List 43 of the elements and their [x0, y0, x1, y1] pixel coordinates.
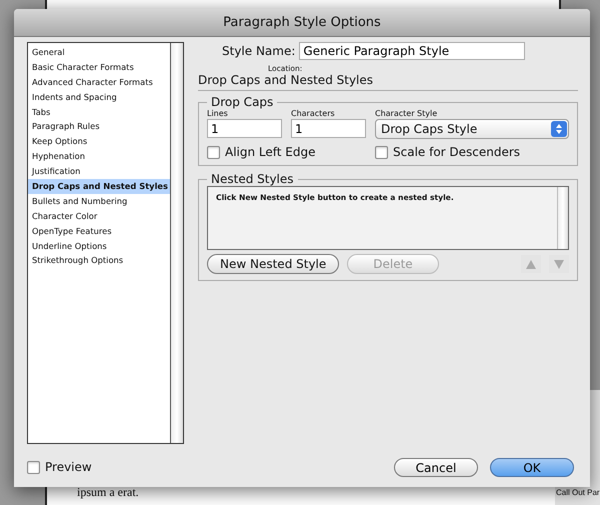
group-title: Nested Styles: [210, 172, 295, 186]
category-item[interactable]: Bullets and Numbering: [28, 194, 170, 209]
checkbox-label: Align Left Edge: [225, 145, 316, 159]
dialog-button[interactable]: OK: [490, 458, 574, 477]
lines-field[interactable]: 1: [207, 119, 282, 138]
category-item[interactable]: Underline Options: [28, 238, 170, 254]
field-label: Style Name:: [222, 44, 296, 58]
group-title: Drop Caps: [210, 95, 274, 109]
category-item[interactable]: Justification: [28, 164, 170, 180]
nested-style-button[interactable]: New Nested Style: [207, 254, 340, 274]
category-item[interactable]: Indents and Spacing: [28, 90, 170, 105]
stepper-arrows-icon: [551, 121, 567, 137]
category-item[interactable]: Paragraph Rules: [28, 119, 170, 134]
category-item[interactable]: Basic Character Formats: [28, 60, 170, 75]
checkbox[interactable]: [207, 146, 220, 158]
category-item[interactable]: OpenType Features: [28, 224, 170, 239]
category-item[interactable]: Strikethrough Options: [28, 253, 170, 268]
document-text: ipsum a erat.: [77, 485, 139, 499]
style-name-field[interactable]: Generic Paragraph Style: [299, 42, 526, 60]
scrollbar[interactable]: [557, 187, 568, 249]
category-item[interactable]: Hyphenation: [28, 149, 170, 164]
checkbox[interactable]: [375, 146, 388, 158]
scrollbar[interactable]: [170, 43, 183, 443]
category-item[interactable]: Tabs: [28, 104, 170, 120]
category-item[interactable]: Keep Options: [28, 134, 170, 150]
field-label: Lines: [207, 109, 229, 118]
dialog-button[interactable]: Cancel: [394, 458, 478, 477]
window-title: Paragraph Style Options: [223, 15, 381, 30]
field-label: Character Style: [375, 109, 438, 118]
checkbox-label: Preview: [45, 460, 92, 474]
category-item[interactable]: Character Color: [28, 208, 170, 224]
category-item[interactable]: General: [28, 45, 170, 60]
up-triangle-icon: [526, 260, 536, 268]
category-item[interactable]: Drop Caps and Nested Styles: [28, 179, 170, 194]
category-item[interactable]: Advanced Character Formats: [28, 74, 170, 90]
preview-checkbox[interactable]: [27, 460, 40, 474]
character-style-dropdown[interactable]: Drop Caps Style: [375, 119, 569, 139]
panel-item: Call Out Par: [556, 488, 600, 498]
down-triangle-icon: [554, 260, 564, 268]
section-title: Drop Caps and Nested Styles: [198, 73, 578, 91]
field-label: Characters: [291, 109, 336, 118]
checkbox-label: Scale for Descenders: [393, 145, 520, 159]
characters-field[interactable]: 1: [291, 119, 366, 138]
